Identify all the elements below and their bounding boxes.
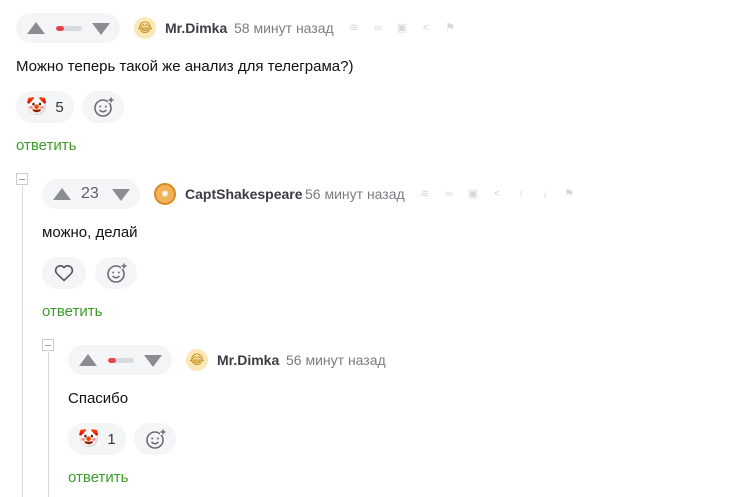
rating-bar [108,358,134,363]
downvote-icon[interactable] [92,23,110,35]
comment-text: Спасибо [68,390,129,407]
comment-text: Можно теперь такой же анализ для телегра… [16,58,354,75]
smile-plus-icon [146,429,166,449]
rss-icon[interactable]: ≋ [348,22,360,34]
flag-icon[interactable]: ⚑ [563,188,575,200]
share-icon[interactable]: < [420,22,432,34]
upvote-icon[interactable] [53,188,71,200]
avatar[interactable]: 😂 [134,17,156,39]
arrow-down-icon[interactable]: ↓ [539,188,551,200]
timestamp[interactable]: 56 минут назад [305,186,405,202]
heart-icon [54,265,74,282]
timestamp[interactable]: 58 минут назад [234,20,334,36]
smile-plus-icon [94,97,114,117]
arrow-up-icon[interactable]: ↑ [515,188,527,200]
thread-collapse-button[interactable] [16,173,28,185]
reply-link[interactable]: ответить [68,469,128,486]
thread-collapse-button[interactable] [42,339,54,351]
reaction-count: 5 [55,98,64,116]
avatar[interactable]: ✺ [154,183,176,205]
link-icon[interactable]: ∞ [443,188,455,200]
downvote-icon[interactable] [144,355,162,367]
reaction-button[interactable]: 🤡 1 [68,423,126,455]
username[interactable]: Mr.Dimka [217,352,279,368]
save-icon[interactable]: ▣ [396,22,408,34]
reaction-button[interactable]: 🤡 5 [16,91,74,123]
username[interactable]: CaptShakespeare [185,186,303,202]
username[interactable]: Mr.Dimka [165,20,227,36]
comment-tools: ≋ ∞ ▣ < ⚑ [348,22,456,34]
vote-control [68,345,172,375]
reply-link[interactable]: ответить [42,303,102,320]
rss-icon[interactable]: ≋ [419,188,431,200]
clown-emoji-icon: 🤡 [26,97,48,116]
vote-control: 23 [42,179,140,209]
thread-line[interactable] [48,352,49,497]
reaction-count: 1 [107,430,116,448]
thread-line[interactable] [22,186,23,497]
downvote-icon[interactable] [112,189,130,201]
add-reaction-button[interactable] [134,423,176,455]
share-icon[interactable]: < [491,188,503,200]
rating-bar-fill [56,26,64,31]
upvote-icon[interactable] [79,354,97,366]
clown-emoji-icon: 🤡 [78,429,100,448]
add-reaction-button[interactable] [95,257,137,289]
avatar[interactable]: 😂 [186,349,208,371]
timestamp[interactable]: 56 минут назад [286,352,386,368]
vote-control [16,13,120,43]
score: 23 [81,185,99,202]
save-icon[interactable]: ▣ [467,188,479,200]
rating-bar-fill [108,358,116,363]
add-reaction-button[interactable] [82,91,124,123]
comment-tools: ≋ ∞ ▣ < ↑ ↓ ⚑ [419,188,575,200]
flag-icon[interactable]: ⚑ [444,22,456,34]
rating-bar [56,26,82,31]
upvote-icon[interactable] [27,22,45,34]
like-button[interactable] [42,257,86,289]
reply-link[interactable]: ответить [16,137,76,154]
link-icon[interactable]: ∞ [372,22,384,34]
smile-plus-icon [107,263,127,283]
comment-text: можно, делай [42,224,138,241]
